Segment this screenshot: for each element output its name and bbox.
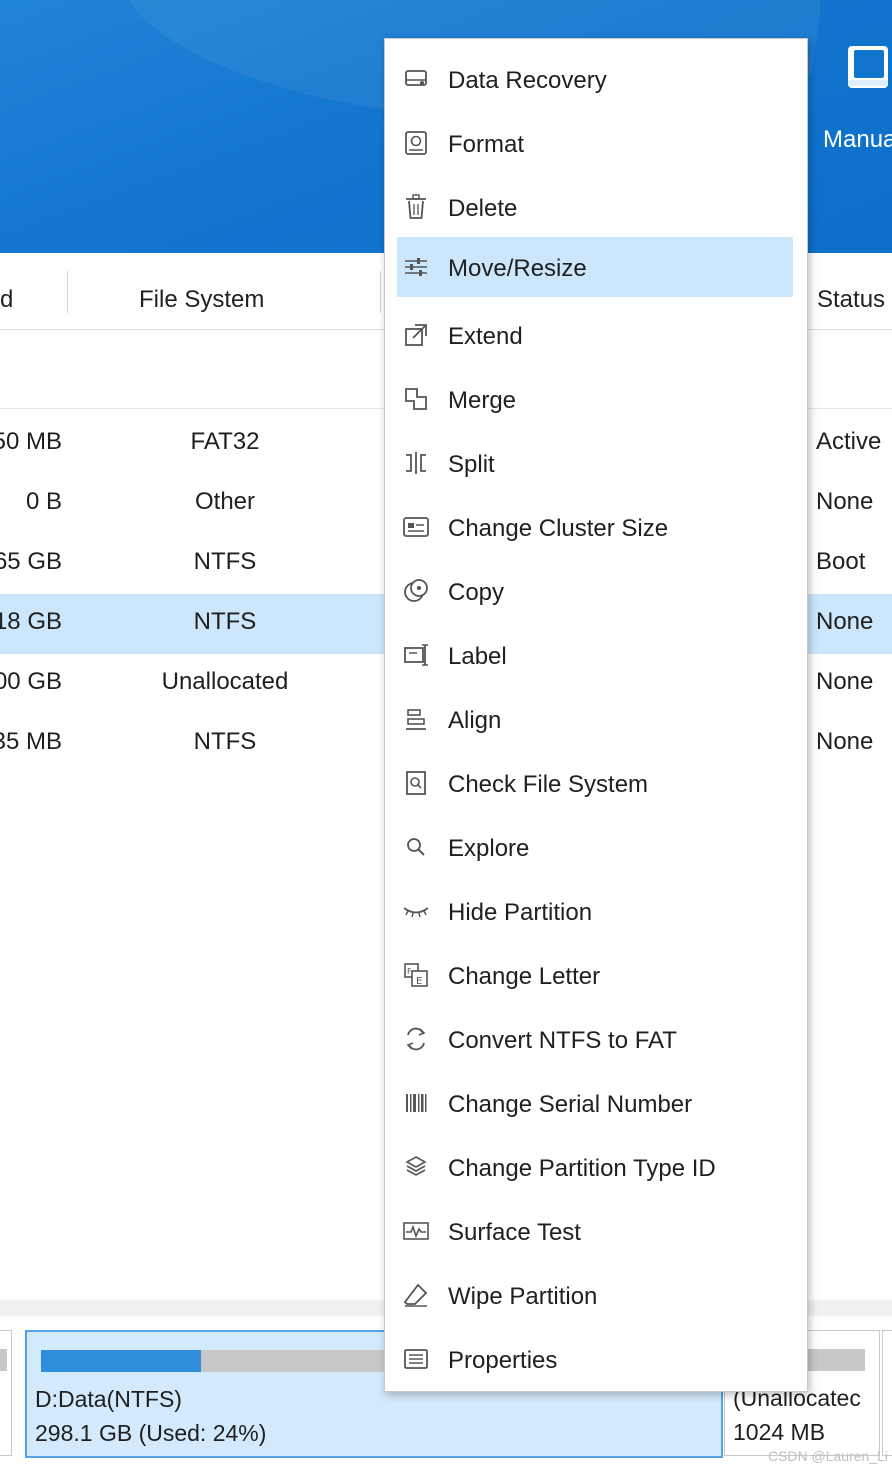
format-icon <box>401 129 431 157</box>
menu-item-change-letter[interactable]: EF Change Letter <box>397 945 793 1005</box>
closed-eye-icon <box>401 897 431 925</box>
column-divider[interactable] <box>380 271 381 313</box>
menu-item-convert-ntfs-to-fat[interactable]: Convert NTFS to FAT <box>397 1009 793 1069</box>
menu-item-merge[interactable]: Merge <box>397 369 793 429</box>
sliders-icon <box>401 253 431 281</box>
column-divider[interactable] <box>67 271 68 313</box>
pulse-icon <box>401 1217 431 1245</box>
cluster-icon <box>401 513 431 541</box>
barcode-icon <box>401 1089 431 1117</box>
cell-used: 35 MB <box>0 728 62 755</box>
menu-item-split[interactable]: Split <box>397 433 793 493</box>
column-status[interactable]: Status <box>817 286 885 314</box>
cell-status: None <box>816 488 874 515</box>
convert-icon <box>401 1025 431 1053</box>
cell-file-system: Other <box>194 488 256 515</box>
menu-item-label: Check File System <box>448 771 649 798</box>
cell-file-system: NTFS <box>193 548 257 575</box>
usage-bar <box>0 1349 7 1371</box>
partition-block[interactable] <box>882 1330 892 1456</box>
menu-item-label: Change Partition Type ID <box>448 1155 716 1182</box>
context-menu: Data Recovery Format Delete Move/Resize … <box>384 38 808 1392</box>
manual-book-icon[interactable] <box>842 42 892 94</box>
menu-item-extend[interactable]: Extend <box>397 305 793 365</box>
cell-status: Active <box>816 428 882 455</box>
menu-item-label: Wipe Partition <box>448 1283 598 1310</box>
menu-item-properties[interactable]: Properties <box>397 1329 793 1389</box>
menu-item-explore[interactable]: Explore <box>397 817 793 877</box>
cell-status: None <box>816 728 874 755</box>
menu-item-label: Properties <box>448 1347 558 1374</box>
properties-icon <box>401 1345 431 1373</box>
cell-used: 0 B <box>25 488 62 515</box>
menu-item-label: Delete <box>448 195 518 222</box>
menu-item-align[interactable]: Align <box>397 689 793 749</box>
menu-item-change-partition-type-id[interactable]: Change Partition Type ID <box>397 1137 793 1197</box>
menu-item-move-resize[interactable]: Move/Resize <box>397 237 793 297</box>
layers-icon <box>401 1153 431 1181</box>
menu-item-label-partition[interactable]: Label <box>397 625 793 685</box>
menu-item-format[interactable]: Format <box>397 113 793 173</box>
partition-name: D:Data(NTFS) <box>35 1386 182 1412</box>
menu-item-label: Surface Test <box>448 1219 581 1246</box>
menu-item-label: Label <box>448 643 507 670</box>
copy-disk-icon <box>401 577 431 605</box>
menu-item-hide-partition[interactable]: Hide Partition <box>397 881 793 941</box>
align-icon <box>401 705 431 733</box>
cell-used: 18 GB <box>0 608 62 635</box>
svg-text:F: F <box>407 967 412 976</box>
watermark: CSDN @Lauren_Li <box>767 1448 888 1464</box>
menu-item-change-serial-number[interactable]: Change Serial Number <box>397 1073 793 1133</box>
menu-item-delete[interactable]: Delete <box>397 177 793 237</box>
merge-icon <box>401 385 431 413</box>
menu-item-label: Change Cluster Size <box>448 515 669 542</box>
svg-text:E: E <box>416 976 422 987</box>
menu-item-data-recovery[interactable]: Data Recovery <box>397 49 793 109</box>
menu-item-label: Copy <box>448 579 505 606</box>
menu-item-label: Move/Resize <box>448 255 587 282</box>
menu-item-label: Format <box>448 131 525 158</box>
menu-item-label: Split <box>448 451 495 478</box>
cell-file-system: FAT32 <box>190 428 260 455</box>
manual-button-label[interactable]: Manua <box>823 126 892 154</box>
menu-item-label: Explore <box>448 835 530 862</box>
menu-item-label: Align <box>448 707 502 734</box>
menu-item-label: Change Letter <box>448 963 601 990</box>
partition-size: 1024 MB <box>733 1419 826 1445</box>
menu-item-label: Extend <box>448 323 523 350</box>
cell-file-system: NTFS <box>193 728 257 755</box>
split-icon <box>401 449 431 477</box>
menu-item-label: Convert NTFS to FAT <box>448 1027 677 1054</box>
cell-used: 50 MB <box>0 428 62 455</box>
check-file-icon <box>401 769 431 797</box>
cell-file-system: Unallocated <box>161 668 289 695</box>
column-used[interactable]: d <box>0 286 13 314</box>
menu-item-check-file-system[interactable]: Check File System <box>397 753 793 813</box>
partition-size: 298.1 GB (Used: 24%) <box>35 1420 267 1446</box>
drive-recovery-icon <box>401 65 431 93</box>
label-icon <box>401 641 431 669</box>
magnifier-icon <box>401 833 431 861</box>
column-file-system[interactable]: File System <box>139 286 264 314</box>
cell-status: None <box>816 608 874 635</box>
partition-block[interactable] <box>0 1330 12 1456</box>
cell-used: 00 GB <box>0 668 62 695</box>
menu-item-surface-test[interactable]: Surface Test <box>397 1201 793 1261</box>
menu-item-copy[interactable]: Copy <box>397 561 793 621</box>
extend-icon <box>401 321 431 349</box>
cell-file-system: NTFS <box>193 608 257 635</box>
menu-item-change-cluster-size[interactable]: Change Cluster Size <box>397 497 793 557</box>
menu-item-label: Hide Partition <box>448 899 593 926</box>
menu-item-wipe-partition[interactable]: Wipe Partition <box>397 1265 793 1325</box>
menu-item-label: Data Recovery <box>448 67 607 94</box>
eraser-icon <box>401 1281 431 1309</box>
cell-status: None <box>816 668 874 695</box>
usage-bar-fill <box>41 1350 201 1372</box>
menu-item-label: Merge <box>448 387 517 414</box>
cell-used: 65 GB <box>0 548 62 575</box>
cell-status: Boot <box>816 548 866 575</box>
menu-item-label: Change Serial Number <box>448 1091 693 1118</box>
trash-icon <box>401 193 431 221</box>
change-letter-icon: EF <box>401 961 431 989</box>
